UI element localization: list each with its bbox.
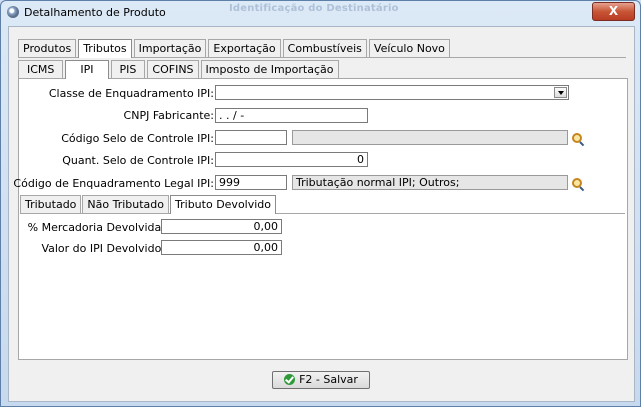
product-detail-window: Detalhamento de Produto Identificação do…	[0, 0, 641, 407]
tab-tributado[interactable]: Tributado	[20, 195, 82, 213]
tab-label: ICMS	[27, 63, 55, 76]
close-button[interactable]: X	[592, 2, 635, 21]
tab-label: Produtos	[23, 42, 72, 55]
tab-tributo-devolvido[interactable]: Tributo Devolvido	[170, 195, 277, 214]
cnpj-fabricante-input[interactable]: . . / -	[215, 108, 368, 123]
tab-pis[interactable]: PIS	[110, 60, 146, 78]
ipi-panel: Classe de Enquadramento IPI: CNPJ Fabric…	[13, 78, 628, 360]
tab-produtos[interactable]: Produtos	[18, 39, 77, 57]
tab-label: Exportação	[213, 42, 276, 55]
tributo-devolvido-panel: % Mercadoria Devolvida: 0,00 Valor do IP…	[20, 214, 625, 357]
tab-label: Tributo Devolvido	[175, 198, 272, 211]
tab-label: Imposto de Importação	[205, 63, 334, 76]
tab-exportacao[interactable]: Exportação	[208, 39, 281, 57]
tab-icms[interactable]: ICMS	[18, 60, 64, 78]
enq-legal-description: Tributação normal IPI; Outros;	[292, 175, 568, 190]
cnpj-label: CNPJ Fabricante:	[123, 109, 214, 122]
tab-label: IPI	[80, 63, 94, 76]
selo-codigo-label: Código Selo de Controle IPI:	[61, 132, 214, 145]
selo-codigo-input[interactable]	[215, 130, 287, 145]
tab-label: Tributado	[25, 198, 77, 211]
selo-quantidade-input[interactable]: 0	[215, 152, 368, 167]
tab-nao-tributado[interactable]: Não Tributado	[82, 195, 170, 213]
window-title: Detalhamento de Produto	[24, 6, 166, 19]
tab-label: Tributos	[83, 42, 127, 55]
classe-enquadramento-select[interactable]	[215, 85, 569, 100]
ipi-tabs: Tributado Não Tributado Tributo Devolvid…	[20, 195, 278, 214]
tab-combustiveis[interactable]: Combustíveis	[282, 39, 367, 57]
valor-ipi-devolvido-label: Valor do IPI Devolvido:	[41, 242, 165, 255]
tab-cofins[interactable]: COFINS	[147, 60, 199, 78]
tab-label: COFINS	[152, 63, 194, 76]
title-bar[interactable]: Detalhamento de Produto Identificação do…	[1, 1, 640, 25]
tax-tabs: ICMS IPI PIS COFINS Imposto de Importaçã…	[18, 60, 341, 79]
check-icon	[284, 374, 296, 385]
tab-ipi[interactable]: IPI	[65, 60, 109, 79]
selo-qtd-label: Quant. Selo de Controle IPI:	[62, 154, 214, 167]
tab-tributos[interactable]: Tributos	[78, 39, 132, 58]
client-area: Produtos Tributos Importação Exportação …	[8, 26, 635, 402]
tab-importacao[interactable]: Importação	[133, 39, 207, 57]
search-icon[interactable]	[572, 133, 585, 147]
enq-legal-label: Código de Enquadramento Legal IPI:	[13, 177, 214, 190]
tab-veiculo-novo[interactable]: Veículo Novo	[368, 39, 450, 57]
tab-label: Importação	[138, 42, 202, 55]
tab-label: Veículo Novo	[373, 42, 445, 55]
search-icon[interactable]	[572, 178, 585, 192]
dropdown-arrow-icon[interactable]	[554, 87, 567, 98]
perc-devolvida-label: % Mercadoria Devolvida:	[27, 221, 165, 234]
main-tabs: Produtos Tributos Importação Exportação …	[18, 39, 452, 58]
tab-label: Combustíveis	[287, 42, 362, 55]
selo-codigo-description	[292, 130, 568, 145]
tab-label: PIS	[119, 63, 137, 76]
valor-ipi-devolvido-input[interactable]: 0,00	[161, 240, 282, 255]
tab-imposto-importacao[interactable]: Imposto de Importação	[200, 60, 339, 78]
background-window-title: Identificação do Destinatário	[229, 3, 399, 14]
perc-devolvida-input[interactable]: 0,00	[161, 219, 282, 234]
save-button[interactable]: F2 - Salvar	[272, 371, 370, 389]
save-label: F2 - Salvar	[299, 373, 358, 386]
enq-legal-input[interactable]: 999	[215, 175, 287, 190]
app-icon	[7, 6, 19, 18]
classe-label: Classe de Enquadramento IPI:	[48, 87, 214, 100]
tab-label: Não Tributado	[87, 198, 165, 211]
